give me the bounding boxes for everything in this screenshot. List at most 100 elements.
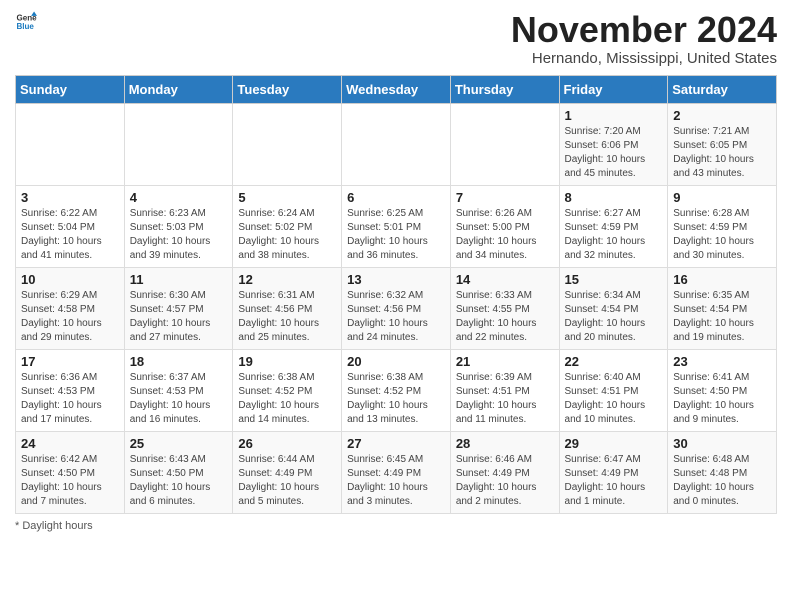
day-number: 17 bbox=[21, 354, 119, 369]
day-cell: 9Sunrise: 6:28 AM Sunset: 4:59 PM Daylig… bbox=[668, 185, 777, 267]
day-cell: 26 Sunrise: 6:44 AM Sunset: 4:49 PM Dayli… bbox=[233, 431, 342, 513]
day-number: 28 bbox=[456, 436, 554, 451]
footer-note: * Daylight hours bbox=[15, 520, 777, 532]
daylight-label: Daylight hours bbox=[22, 520, 92, 532]
day-cell: 8 Sunrise: 6:27 AM Sunset: 4:59 PM Daylig… bbox=[559, 185, 668, 267]
day-cell: 17 Sunrise: 6:36 AM Sunset: 4:53 PM Dayli… bbox=[16, 349, 125, 431]
calendar-body: 1 Sunrise: 7:20 AM Sunset: 6:06 PM Daylig… bbox=[16, 103, 777, 513]
day-number: 24 bbox=[21, 436, 119, 451]
day-info: Sunrise: 6:36 AM Sunset: 4:53 PM Dayligh… bbox=[21, 371, 119, 427]
day-info: Sunrise: 6:27 AM Sunset: 4:59 PM Dayligh… bbox=[565, 207, 663, 263]
day-info: Sunrise: 6:35 AM Sunset: 4:54 PM Dayligh… bbox=[673, 289, 771, 345]
day-info: Sunrise: 6:26 AM Sunset: 5:00 PM Dayligh… bbox=[456, 207, 554, 263]
day-number: 5 bbox=[238, 190, 336, 205]
day-number: 2 bbox=[673, 108, 771, 123]
day-info: Sunrise: 6:38 AM Sunset: 4:52 PM Dayligh… bbox=[347, 371, 445, 427]
week-row-1: 1 Sunrise: 7:20 AM Sunset: 6:06 PM Daylig… bbox=[16, 103, 777, 185]
day-cell: 7 Sunrise: 6:26 AM Sunset: 5:00 PM Daylig… bbox=[450, 185, 559, 267]
day-number: 22 bbox=[565, 354, 663, 369]
day-number: 29 bbox=[565, 436, 663, 451]
day-number: 30 bbox=[673, 436, 771, 451]
day-cell bbox=[233, 103, 342, 185]
day-info: Sunrise: 6:42 AM Sunset: 4:50 PM Dayligh… bbox=[21, 453, 119, 509]
week-row-3: 10 Sunrise: 6:29 AM Sunset: 4:58 PM Dayli… bbox=[16, 267, 777, 349]
day-info: Sunrise: 6:45 AM Sunset: 4:49 PM Dayligh… bbox=[347, 453, 445, 509]
col-header-wednesday: Wednesday bbox=[342, 75, 451, 103]
day-number: 14 bbox=[456, 272, 554, 287]
day-number: 13 bbox=[347, 272, 445, 287]
col-header-saturday: Saturday bbox=[668, 75, 777, 103]
day-number: 15 bbox=[565, 272, 663, 287]
day-cell: 6 Sunrise: 6:25 AM Sunset: 5:01 PM Daylig… bbox=[342, 185, 451, 267]
day-cell bbox=[16, 103, 125, 185]
day-info: Sunrise: 6:47 AM Sunset: 4:49 PM Dayligh… bbox=[565, 453, 663, 509]
day-cell: 11Sunrise: 6:30 AM Sunset: 4:57 PM Dayli… bbox=[124, 267, 233, 349]
day-info: Sunrise: 6:48 AM Sunset: 4:48 PM Dayligh… bbox=[673, 453, 771, 509]
day-info: Sunrise: 6:39 AM Sunset: 4:51 PM Dayligh… bbox=[456, 371, 554, 427]
day-info: Sunrise: 7:21 AM Sunset: 6:05 PM Dayligh… bbox=[673, 125, 771, 181]
week-row-2: 3 Sunrise: 6:22 AM Sunset: 5:04 PM Daylig… bbox=[16, 185, 777, 267]
col-header-thursday: Thursday bbox=[450, 75, 559, 103]
day-number: 20 bbox=[347, 354, 445, 369]
day-number: 4 bbox=[130, 190, 228, 205]
day-number: 1 bbox=[565, 108, 663, 123]
day-cell: 5Sunrise: 6:24 AM Sunset: 5:02 PM Daylig… bbox=[233, 185, 342, 267]
day-cell: 12Sunrise: 6:31 AM Sunset: 4:56 PM Dayli… bbox=[233, 267, 342, 349]
day-cell: 13 Sunrise: 6:32 AM Sunset: 4:56 PM Dayli… bbox=[342, 267, 451, 349]
day-info: Sunrise: 6:32 AM Sunset: 4:56 PM Dayligh… bbox=[347, 289, 445, 345]
day-cell: 27 Sunrise: 6:45 AM Sunset: 4:49 PM Dayli… bbox=[342, 431, 451, 513]
day-number: 7 bbox=[456, 190, 554, 205]
day-info: Sunrise: 6:22 AM Sunset: 5:04 PM Dayligh… bbox=[21, 207, 119, 263]
day-cell: 19Sunrise: 6:38 AM Sunset: 4:52 PM Dayli… bbox=[233, 349, 342, 431]
day-info: Sunrise: 6:23 AM Sunset: 5:03 PM Dayligh… bbox=[130, 207, 228, 263]
day-cell: 23 Sunrise: 6:41 AM Sunset: 4:50 PM Dayli… bbox=[668, 349, 777, 431]
day-cell: 21 Sunrise: 6:39 AM Sunset: 4:51 PM Dayli… bbox=[450, 349, 559, 431]
day-info: Sunrise: 6:37 AM Sunset: 4:53 PM Dayligh… bbox=[130, 371, 228, 427]
day-number: 6 bbox=[347, 190, 445, 205]
day-number: 3 bbox=[21, 190, 119, 205]
day-number: 23 bbox=[673, 354, 771, 369]
day-number: 8 bbox=[565, 190, 663, 205]
day-number: 16 bbox=[673, 272, 771, 287]
day-number: 18 bbox=[130, 354, 228, 369]
day-info: Sunrise: 6:29 AM Sunset: 4:58 PM Dayligh… bbox=[21, 289, 119, 345]
day-cell: 29 Sunrise: 6:47 AM Sunset: 4:49 PM Dayli… bbox=[559, 431, 668, 513]
col-header-tuesday: Tuesday bbox=[233, 75, 342, 103]
day-number: 10 bbox=[21, 272, 119, 287]
day-info: Sunrise: 6:25 AM Sunset: 5:01 PM Dayligh… bbox=[347, 207, 445, 263]
day-cell bbox=[124, 103, 233, 185]
day-cell: 4 Sunrise: 6:23 AM Sunset: 5:03 PM Daylig… bbox=[124, 185, 233, 267]
day-cell: 2 Sunrise: 7:21 AM Sunset: 6:05 PM Daylig… bbox=[668, 103, 777, 185]
day-cell: 3 Sunrise: 6:22 AM Sunset: 5:04 PM Daylig… bbox=[16, 185, 125, 267]
day-number: 21 bbox=[456, 354, 554, 369]
day-cell: 30 Sunrise: 6:48 AM Sunset: 4:48 PM Dayli… bbox=[668, 431, 777, 513]
day-info: Sunrise: 6:46 AM Sunset: 4:49 PM Dayligh… bbox=[456, 453, 554, 509]
day-info: Sunrise: 6:43 AM Sunset: 4:50 PM Dayligh… bbox=[130, 453, 228, 509]
day-cell bbox=[342, 103, 451, 185]
day-number: 27 bbox=[347, 436, 445, 451]
title-area: November 2024 Hernando, Mississippi, Uni… bbox=[511, 10, 777, 67]
col-header-monday: Monday bbox=[124, 75, 233, 103]
header-row: SundayMondayTuesdayWednesdayThursdayFrid… bbox=[16, 75, 777, 103]
calendar-header: SundayMondayTuesdayWednesdayThursdayFrid… bbox=[16, 75, 777, 103]
svg-text:Blue: Blue bbox=[16, 22, 34, 31]
day-number: 26 bbox=[238, 436, 336, 451]
day-info: Sunrise: 6:41 AM Sunset: 4:50 PM Dayligh… bbox=[673, 371, 771, 427]
day-cell: 10 Sunrise: 6:29 AM Sunset: 4:58 PM Dayli… bbox=[16, 267, 125, 349]
subtitle: Hernando, Mississippi, United States bbox=[511, 50, 777, 67]
day-info: Sunrise: 6:33 AM Sunset: 4:55 PM Dayligh… bbox=[456, 289, 554, 345]
day-cell: 25Sunrise: 6:43 AM Sunset: 4:50 PM Dayli… bbox=[124, 431, 233, 513]
day-cell: 24 Sunrise: 6:42 AM Sunset: 4:50 PM Dayli… bbox=[16, 431, 125, 513]
day-cell: 16 Sunrise: 6:35 AM Sunset: 4:54 PM Dayli… bbox=[668, 267, 777, 349]
day-cell bbox=[450, 103, 559, 185]
day-info: Sunrise: 6:31 AM Sunset: 4:56 PM Dayligh… bbox=[238, 289, 336, 345]
day-cell: 20 Sunrise: 6:38 AM Sunset: 4:52 PM Dayli… bbox=[342, 349, 451, 431]
day-cell: 1 Sunrise: 7:20 AM Sunset: 6:06 PM Daylig… bbox=[559, 103, 668, 185]
week-row-4: 17 Sunrise: 6:36 AM Sunset: 4:53 PM Dayli… bbox=[16, 349, 777, 431]
day-number: 9 bbox=[673, 190, 771, 205]
day-cell: 15 Sunrise: 6:34 AM Sunset: 4:54 PM Dayli… bbox=[559, 267, 668, 349]
day-number: 11 bbox=[130, 272, 228, 287]
day-info: Sunrise: 6:44 AM Sunset: 4:49 PM Dayligh… bbox=[238, 453, 336, 509]
day-info: Sunrise: 7:20 AM Sunset: 6:06 PM Dayligh… bbox=[565, 125, 663, 181]
day-info: Sunrise: 6:34 AM Sunset: 4:54 PM Dayligh… bbox=[565, 289, 663, 345]
